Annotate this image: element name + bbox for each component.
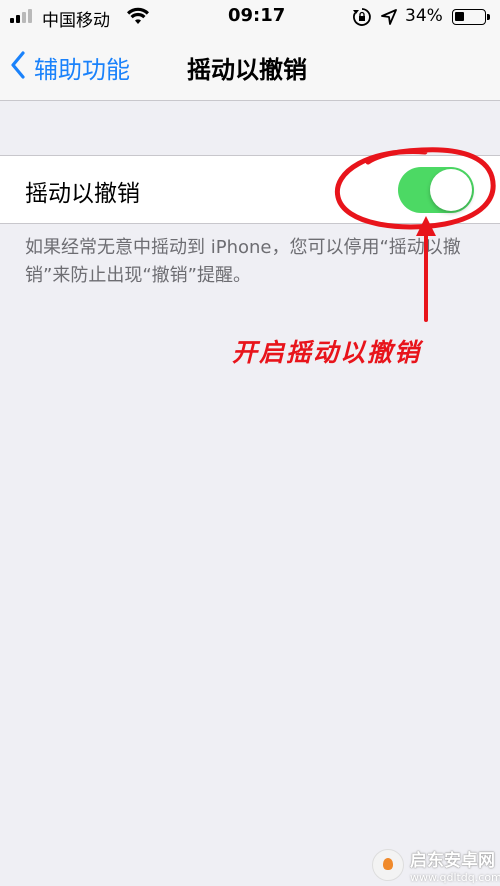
status-time: 09:17 bbox=[228, 5, 286, 26]
rotation-lock-icon bbox=[352, 7, 372, 31]
signal-icon bbox=[10, 9, 32, 23]
watermark-logo-icon bbox=[372, 849, 404, 881]
status-bar: 中国移动 09:17 34% bbox=[0, 0, 500, 36]
shake-to-undo-label: 摇动以撤销 bbox=[25, 181, 140, 207]
watermark-title: 启东安卓网 bbox=[410, 851, 495, 871]
watermark-url: www.qdltdq.com bbox=[410, 871, 500, 884]
watermark-text: 启东安卓网 www.qdltdq.com bbox=[410, 846, 500, 884]
annotation-arrow bbox=[416, 216, 436, 322]
navigation-bar: 辅助功能 摇动以撤销 bbox=[0, 36, 500, 101]
footnote-text: 如果经常无意中摇动到 iPhone，您可以停用“摇动以撤销”来防止出现“撤销”提… bbox=[25, 237, 461, 286]
wifi-icon bbox=[126, 6, 150, 30]
battery-icon bbox=[452, 9, 490, 25]
battery-percent: 34% bbox=[405, 6, 443, 26]
page-title: 摇动以撤销 bbox=[187, 56, 307, 84]
carrier-name: 中国移动 bbox=[42, 11, 110, 31]
page-title-wrap: 摇动以撤销 bbox=[0, 50, 500, 85]
watermark: 启东安卓网 www.qdltdq.com bbox=[372, 846, 500, 884]
location-icon bbox=[380, 8, 398, 30]
annotation-text: 开启摇动以撤销 bbox=[232, 338, 422, 367]
